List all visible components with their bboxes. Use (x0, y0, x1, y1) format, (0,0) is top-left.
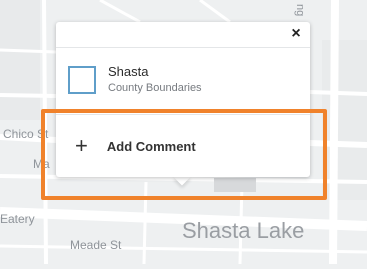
layer-swatch-icon (68, 66, 96, 94)
road-label-vertical: ng (294, 4, 306, 17)
city-label-shasta-lake: Shasta Lake (182, 218, 305, 243)
popup-header-divider (56, 47, 310, 48)
road-label-meade-st: Meade St (70, 238, 122, 252)
highlight-outline (41, 109, 327, 200)
layer-subtitle: County Boundaries (108, 82, 202, 94)
close-button[interactable]: × (288, 25, 304, 43)
road-label-eatery: Eatery (0, 212, 35, 226)
layer-name: Shasta (108, 64, 149, 79)
